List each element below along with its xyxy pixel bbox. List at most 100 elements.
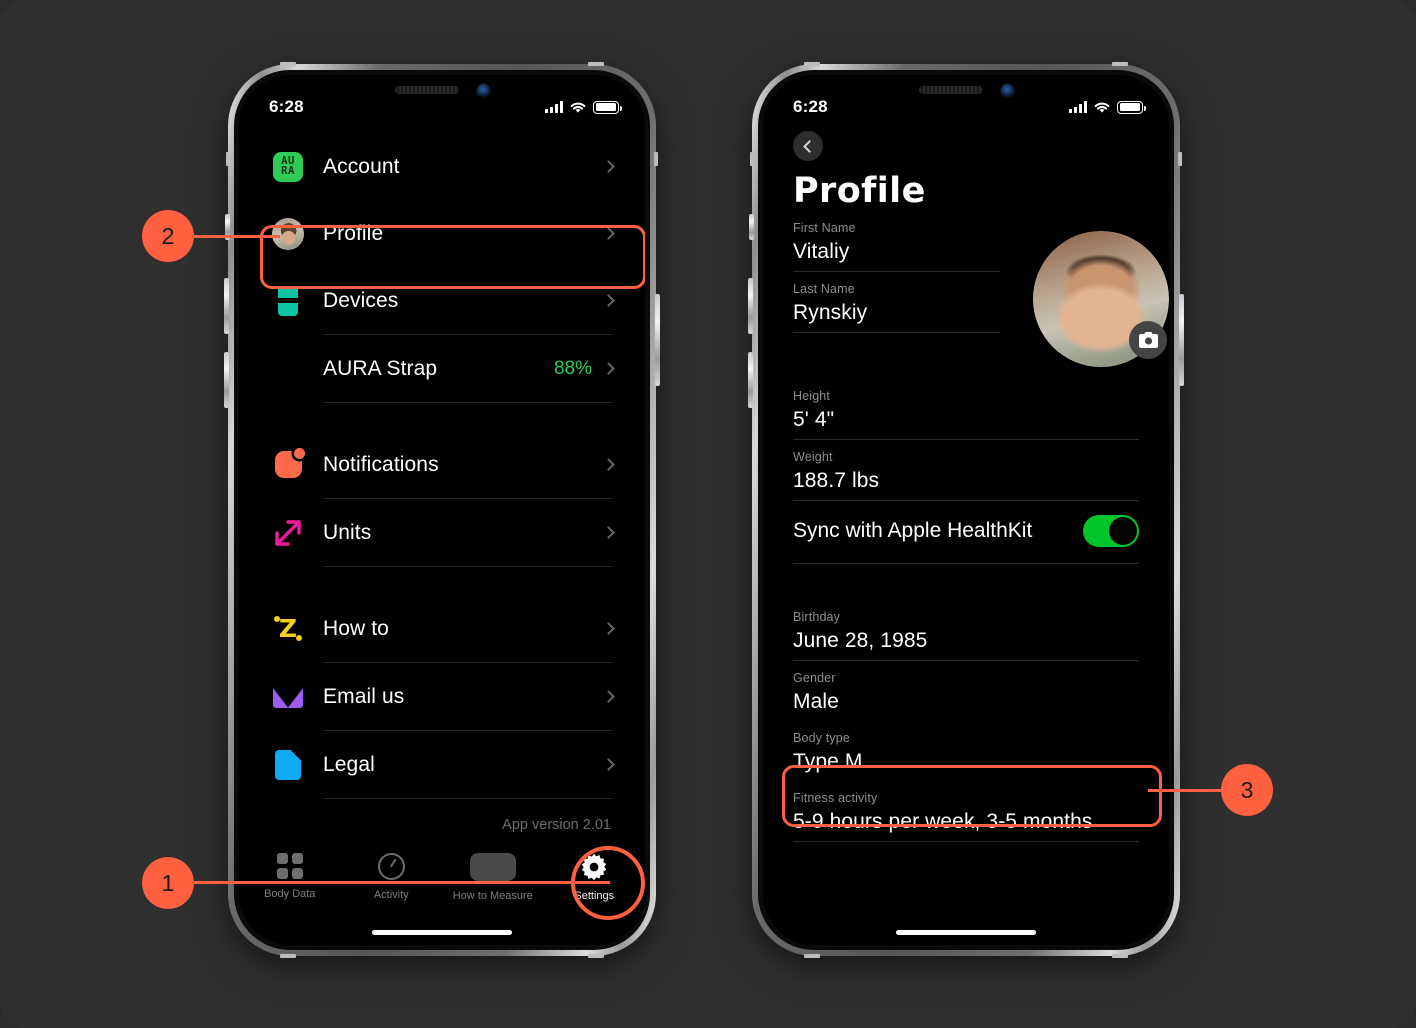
callout-number: 1 — [161, 869, 175, 896]
sync-label: Sync with Apple HealthKit — [793, 519, 1033, 542]
sidebar-item-profile[interactable]: Profile — [257, 200, 627, 267]
notch — [867, 75, 1065, 105]
profile-content: Profile First Name Vitaliy Last Name Ryn… — [763, 125, 1169, 945]
field-value: Vitaliy — [793, 240, 850, 263]
row-label: Profile — [323, 221, 384, 245]
back-button[interactable] — [793, 131, 823, 161]
antenna-line — [654, 152, 658, 166]
field-birthday[interactable]: Birthday June 28, 1985 — [793, 600, 1139, 660]
tab-activity[interactable]: Activity — [341, 853, 443, 901]
sidebar-item-units[interactable]: Units — [257, 499, 627, 566]
resize-arrow-icon — [271, 518, 305, 548]
battery-icon — [1117, 100, 1146, 114]
field-value: 5-9 hours per week, 3-5 months — [793, 810, 1093, 833]
field-body-type[interactable]: Body type Type M — [793, 721, 1139, 781]
phone-right-profile: 6:28 Profile First Name Vitaliy Last Nam… — [748, 62, 1184, 958]
phone-bezel: 6:28 AU RA Account Profile Devices AURA … — [234, 70, 650, 950]
mute-switch[interactable] — [749, 214, 754, 240]
field-label: Last Name — [793, 282, 855, 296]
sidebar-item-email-us[interactable]: Email us — [257, 663, 627, 730]
tab-body-data[interactable]: Body Data — [239, 853, 341, 900]
home-indicator[interactable] — [896, 930, 1036, 935]
field-label: Height — [793, 389, 831, 403]
tab-label: Activity — [373, 889, 409, 901]
aura-logo-line2: RA — [281, 164, 295, 177]
field-value: June 28, 1985 — [793, 629, 928, 652]
bell-badge-icon — [271, 448, 305, 478]
antenna-line — [1112, 954, 1128, 958]
page-root: 6:28 AU RA Account Profile Devices AURA … — [0, 0, 1416, 1028]
volume-down-button[interactable] — [748, 352, 753, 408]
row-label: Account — [323, 154, 400, 178]
row-label: Notifications — [323, 452, 439, 476]
home-indicator[interactable] — [372, 930, 512, 935]
battery-icon — [593, 100, 622, 114]
tab-how-to-measure[interactable]: How to Measure — [442, 853, 544, 902]
power-button[interactable] — [655, 294, 660, 386]
phone-bezel: 6:28 Profile First Name Vitaliy Last Nam… — [758, 70, 1174, 950]
camera-icon — [1138, 332, 1158, 348]
field-weight[interactable]: Weight 188.7 lbs — [793, 440, 1139, 500]
name-fields: First Name Vitaliy Last Name Rynskiy — [793, 211, 1000, 333]
cellular-signal-icon — [1069, 101, 1087, 113]
status-time: 6:28 — [793, 97, 828, 116]
screen-settings: 6:28 AU RA Account Profile Devices AURA … — [239, 75, 645, 945]
volume-up-button[interactable] — [224, 278, 229, 334]
chevron-right-icon — [602, 458, 615, 471]
sidebar-item-notifications[interactable]: Notifications — [257, 431, 627, 498]
earpiece-speaker-icon — [394, 86, 459, 94]
field-label: Fitness activity — [793, 791, 878, 805]
row-label: Devices — [323, 288, 399, 312]
app-version-label: App version 2.01 — [502, 817, 611, 833]
chevron-right-icon — [602, 690, 615, 703]
chevron-right-icon — [602, 294, 615, 307]
sidebar-item-aura-strap[interactable]: AURA Strap 88% — [257, 335, 627, 402]
callout-number: 2 — [161, 222, 175, 249]
change-photo-button[interactable] — [1129, 321, 1167, 359]
sidebar-item-legal[interactable]: Legal — [257, 731, 627, 798]
measure-icon — [469, 853, 516, 881]
antenna-line — [280, 62, 296, 66]
chevron-right-icon — [602, 160, 615, 173]
sidebar-item-how-to[interactable]: Z How to — [257, 595, 627, 662]
tab-label: How to Measure — [452, 890, 533, 902]
leader-line-1 — [190, 881, 610, 884]
settings-list: AU RA Account Profile Devices AURA Strap… — [239, 133, 645, 833]
volume-down-button[interactable] — [224, 352, 229, 408]
sync-healthkit-row[interactable]: Sync with Apple HealthKit — [793, 501, 1139, 563]
row-label: How to — [323, 616, 389, 640]
field-fitness-activity[interactable]: Fitness activity 5-9 hours per week, 3-5… — [793, 781, 1139, 841]
row-label: Email us — [323, 684, 405, 708]
tab-label: Body Data — [264, 888, 316, 900]
field-label: Birthday — [793, 610, 841, 624]
field-value: 188.7 lbs — [793, 469, 880, 492]
screen-profile: 6:28 Profile First Name Vitaliy Last Nam… — [763, 75, 1169, 945]
avatar[interactable] — [1033, 231, 1169, 367]
field-value: 5' 4" — [793, 408, 835, 431]
field-first-name[interactable]: First Name Vitaliy — [793, 211, 1000, 271]
field-last-name[interactable]: Last Name Rynskiy — [793, 272, 1000, 332]
field-value: Type M — [793, 750, 863, 773]
antenna-line — [226, 152, 230, 166]
field-label: Body type — [793, 731, 850, 745]
field-height[interactable]: Height 5' 4" — [793, 379, 1139, 439]
status-badge: 88% — [553, 357, 592, 379]
envelope-icon — [271, 685, 305, 708]
leader-line-2 — [190, 235, 280, 238]
status-indicators — [1069, 100, 1146, 114]
field-gender[interactable]: Gender Male — [793, 661, 1139, 721]
field-label: Gender — [793, 671, 836, 685]
volume-up-button[interactable] — [748, 278, 753, 334]
sync-healthkit-toggle[interactable] — [1083, 515, 1139, 547]
antenna-line — [588, 62, 604, 66]
callout-3: 3 — [1221, 764, 1273, 816]
power-button[interactable] — [1179, 294, 1184, 386]
wifi-icon — [1094, 102, 1110, 113]
sidebar-item-account[interactable]: AU RA Account — [257, 133, 627, 200]
document-icon — [271, 749, 305, 780]
sidebar-item-devices[interactable]: Devices — [257, 267, 627, 334]
divider — [793, 841, 1139, 842]
callout-ring-settings-tab — [571, 846, 645, 920]
